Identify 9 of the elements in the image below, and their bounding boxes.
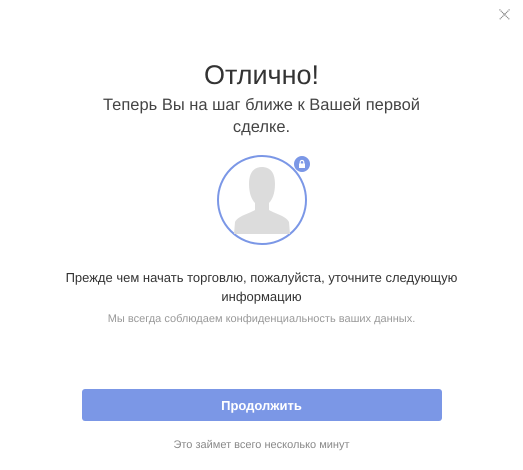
dialog-subtitle: Теперь Вы на шаг ближе к Вашей первой сделке. bbox=[102, 95, 421, 138]
footer-note: Это займет всего несколько минут bbox=[173, 439, 350, 451]
privacy-note: Мы всегда соблюдаем конфиденциальность ваших данных. bbox=[108, 313, 416, 325]
avatar-icon bbox=[216, 154, 308, 246]
continue-button[interactable]: Продолжить bbox=[82, 389, 442, 421]
dialog-title: Отлично! bbox=[204, 59, 320, 92]
instruction-text: Прежде чем начать торговлю, пожалуйста, уточните следующую информацию bbox=[64, 269, 458, 306]
lock-icon bbox=[294, 156, 310, 172]
close-icon bbox=[499, 9, 510, 20]
